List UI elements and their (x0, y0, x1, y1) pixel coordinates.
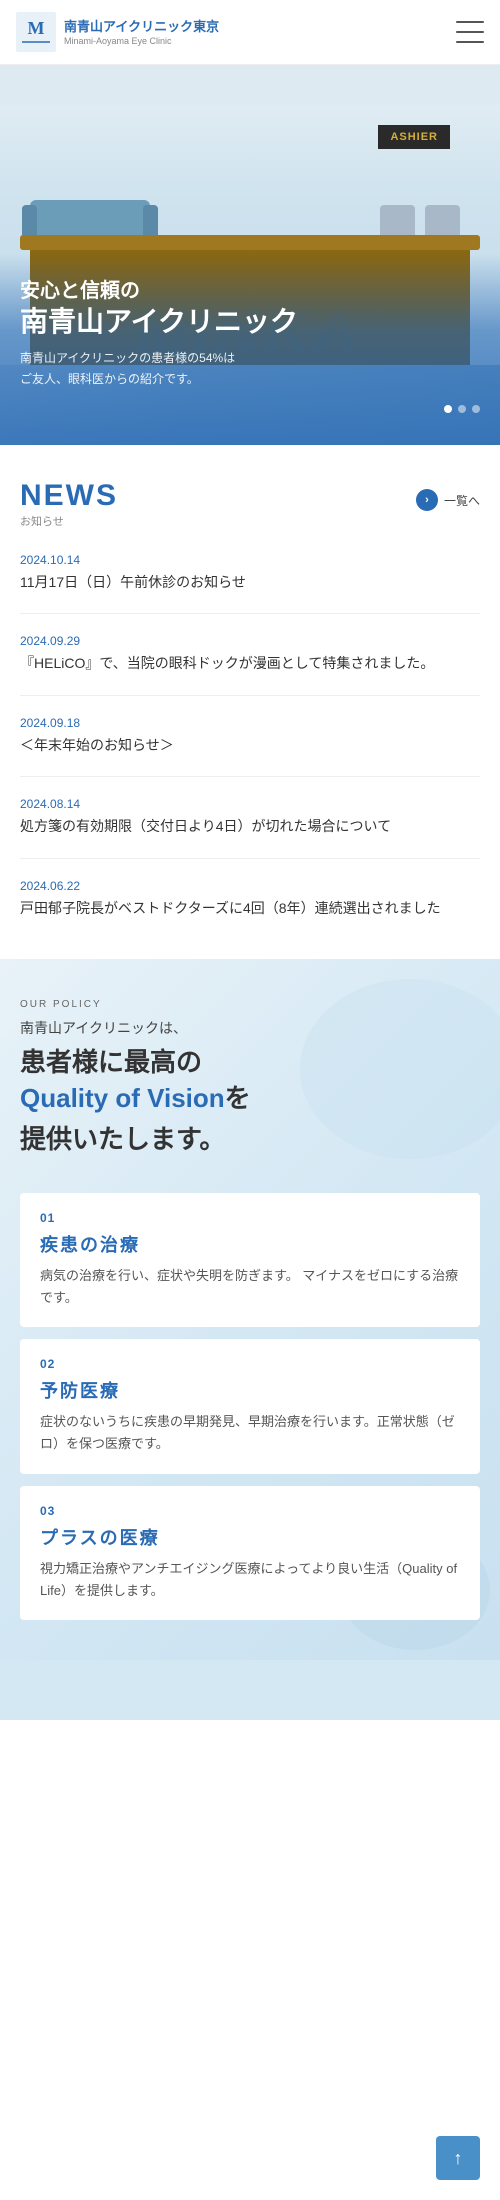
hero-sign: ASHIER (378, 125, 450, 149)
service-number-1: 01 (40, 1211, 460, 1225)
policy-heading-part2: を (225, 1083, 251, 1113)
news-title-sub: お知らせ (20, 513, 118, 529)
news-item: 2024.10.14 11月17日（日）午前休診のお知らせ (20, 553, 480, 614)
hamburger-line-2 (456, 31, 484, 33)
news-item: 2024.09.29 『HELiCO』で、当院の眼科ドックが漫画として特集されま… (20, 634, 480, 695)
logo-sub-text: Minami-Aoyama Eye Clinic (64, 36, 219, 46)
hero-subtitle: 南青山アイクリニックの患者様の54%は ご友人、眼科医からの紹介です。 (20, 348, 480, 389)
service-item-1: 01 疾患の治療 病気の治療を行い、症状や失明を防ぎます。 マイナスをゼロにする… (20, 1193, 480, 1327)
news-item: 2024.08.14 処方箋の有効期限（交付日より4日）が切れた場合について (20, 797, 480, 858)
hero-dot-3[interactable] (472, 405, 480, 413)
scroll-top-arrow-icon: ↑ (454, 2149, 463, 2167)
news-text-5[interactable]: 戸田郁子院長がベストドクターズに4回（8年）連続選出されました (20, 897, 480, 919)
bottom-space (0, 1660, 500, 1720)
service-title-2: 予防医療 (40, 1377, 460, 1403)
news-more-text: 一覧へ (444, 492, 480, 509)
hamburger-menu[interactable] (456, 21, 484, 43)
hamburger-line-1 (456, 21, 484, 23)
service-item-3: 03 プラスの医療 視力矯正治療やアンチエイジング医療によってより良い生活（Qu… (20, 1486, 480, 1620)
hero-subtitle-line1: 南青山アイクリニックの患者様の54%は (20, 351, 235, 365)
news-title-block: NEWS お知らせ (20, 481, 118, 529)
news-section: NEWS お知らせ › 一覧へ 2024.10.14 11月17日（日）午前休診… (0, 445, 500, 959)
service-number-3: 03 (40, 1504, 460, 1518)
service-item-2: 02 予防医療 症状のないうちに疾患の早期発見、早期治療を行います。正常状態（ゼ… (20, 1339, 480, 1473)
hamburger-line-3 (456, 41, 484, 43)
hero-pagination (20, 405, 480, 413)
news-item: 2024.06.22 戸田郁子院長がベストドクターズに4回（8年）連続選出されま… (20, 879, 480, 919)
news-date-2: 2024.09.29 (20, 634, 480, 648)
hero-subtitle-line2: ご友人、眼科医からの紹介です。 (20, 372, 199, 386)
service-desc-1: 病気の治療を行い、症状や失明を防ぎます。 マイナスをゼロにする治療です。 (40, 1265, 460, 1309)
hero-ceiling (0, 65, 500, 105)
quality-of-vision-text: Quality of Vision (20, 1083, 225, 1113)
news-text-4[interactable]: 処方箋の有効期限（交付日より4日）が切れた場合について (20, 815, 480, 837)
news-text-3[interactable]: ＜年末年始のお知らせ＞ (20, 734, 480, 756)
hero-title-line2: 南青山アイクリニック (20, 304, 480, 340)
news-date-4: 2024.08.14 (20, 797, 480, 811)
news-header: NEWS お知らせ › 一覧へ (20, 481, 480, 529)
hero-overlay: 安心と信頼の 南青山アイクリニック 南青山アイクリニックの患者様の54%は ご友… (0, 254, 500, 445)
logo-icon: M (16, 12, 56, 52)
service-desc-3: 視力矯正治療やアンチエイジング医療によってより良い生活（Quality of L… (40, 1558, 460, 1602)
news-date-1: 2024.10.14 (20, 553, 480, 567)
news-more-icon: › (416, 489, 438, 511)
logo[interactable]: M 南青山アイクリニック東京 Minami-Aoyama Eye Clinic (16, 12, 219, 52)
hero-title: 安心と信頼の 南青山アイクリニック (20, 278, 480, 340)
logo-clinic-name: 南青山アイクリニック東京 (64, 19, 219, 34)
scroll-to-top-button[interactable]: ↑ (436, 2136, 480, 2180)
service-title-1: 疾患の治療 (40, 1231, 460, 1257)
service-desc-2: 症状のないうちに疾患の早期発見、早期治療を行います。正常状態（ゼロ）を保つ医療で… (40, 1411, 460, 1455)
policy-section: OUR POLICY 南青山アイクリニックは、 患者様に最高の Quality … (0, 959, 500, 1660)
hero-dot-2[interactable] (458, 405, 466, 413)
hero-dot-1[interactable] (444, 405, 452, 413)
news-more-link[interactable]: › 一覧へ (416, 489, 480, 511)
news-date-5: 2024.06.22 (20, 879, 480, 893)
svg-text:M: M (28, 18, 45, 38)
news-title: NEWS (20, 481, 118, 511)
service-title-3: プラスの医療 (40, 1524, 460, 1550)
hero-title-line1: 安心と信頼の (20, 278, 480, 304)
hero-section: ASHIER MINKA 安心と信頼の 南青山アイクリニック 南青山アイクリニッ… (0, 65, 500, 445)
service-number-2: 02 (40, 1357, 460, 1371)
news-text-1[interactable]: 11月17日（日）午前休診のお知らせ (20, 571, 480, 593)
news-item: 2024.09.18 ＜年末年始のお知らせ＞ (20, 716, 480, 777)
hero-counter-top (20, 235, 480, 250)
policy-heading-part1: 患者様に最高の (20, 1047, 202, 1077)
news-date-3: 2024.09.18 (20, 716, 480, 730)
news-text-2[interactable]: 『HELiCO』で、当院の眼科ドックが漫画として特集されました。 (20, 652, 480, 674)
site-header: M 南青山アイクリニック東京 Minami-Aoyama Eye Clinic (0, 0, 500, 65)
